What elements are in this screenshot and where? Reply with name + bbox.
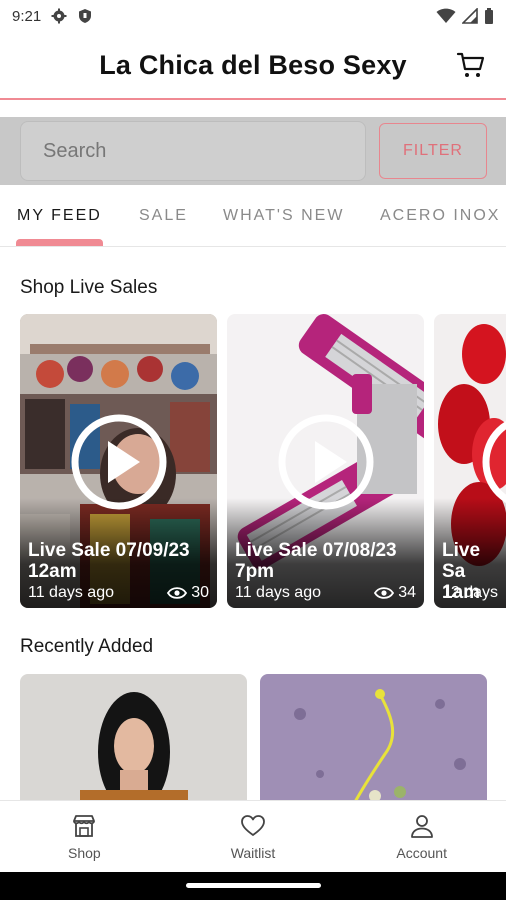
- live-sale-card[interactable]: Live Sale 07/08/23 7pm 11 days ago 34: [227, 314, 424, 608]
- nav-shop[interactable]: Shop: [0, 801, 169, 872]
- play-icon: [482, 421, 506, 503]
- live-sale-meta: 11 days ago 30: [28, 584, 209, 602]
- live-sale-meta: 12 days: [442, 584, 498, 602]
- tab-whats-new[interactable]: WHAT'S NEW: [223, 185, 344, 246]
- view-count: 34: [374, 584, 416, 602]
- cell-signal-icon: [462, 8, 478, 24]
- nav-account-label: Account: [396, 844, 447, 861]
- live-sale-age: 11 days ago: [28, 584, 114, 601]
- cart-icon: [456, 52, 485, 77]
- play-icon: [278, 414, 373, 510]
- battery-icon: [485, 8, 493, 24]
- play-icon: [71, 414, 166, 510]
- app-title: La Chica del Beso Sexy: [99, 49, 407, 80]
- nav-waitlist-label: Waitlist: [230, 844, 276, 861]
- nav-account[interactable]: Account: [337, 801, 506, 872]
- status-icons: [436, 8, 494, 24]
- view-count-value: 30: [191, 584, 209, 601]
- cart-button[interactable]: [456, 50, 486, 80]
- eye-icon: [167, 587, 188, 599]
- product-card[interactable]: [260, 674, 487, 804]
- tab-acero-inox[interactable]: ACERO INOX: [380, 185, 500, 246]
- live-sale-age: 12 days: [442, 584, 499, 601]
- category-tabs: MY FEED SALE WHAT'S NEW ACERO INOX: [0, 185, 506, 247]
- settings-gear-icon: [51, 8, 67, 24]
- wifi-icon: [436, 8, 456, 23]
- live-sale-title: Live Sale 07/09/23 12am: [28, 540, 190, 582]
- live-sales-heading: Shop Live Sales: [20, 277, 158, 298]
- status-time: 9:21: [12, 7, 42, 25]
- system-gesture-bar: [0, 872, 506, 900]
- bottom-navigation: Shop Waitlist Account: [0, 800, 506, 872]
- nav-shop-label: Shop: [67, 844, 101, 861]
- view-count: 30: [167, 584, 209, 602]
- live-sale-card[interactable]: Live Sale 07/09/23 12am 11 days ago 30: [20, 314, 217, 608]
- status-bar: 9:21: [0, 0, 506, 32]
- tab-my-feed[interactable]: MY FEED: [17, 185, 102, 246]
- storefront-icon: [73, 814, 96, 837]
- active-tab-indicator: [16, 239, 103, 246]
- tab-sale[interactable]: SALE: [139, 185, 188, 246]
- nav-waitlist[interactable]: Waitlist: [169, 801, 338, 872]
- product-thumbnail: [260, 674, 487, 804]
- live-sale-age: 11 days ago: [235, 584, 321, 601]
- shield-icon: [77, 8, 93, 24]
- app-header: La Chica del Beso Sexy: [0, 32, 506, 100]
- live-sale-title: Live Sale 07/08/23 7pm: [235, 540, 397, 582]
- live-sale-card[interactable]: Live Sa 1am 12 days: [434, 314, 506, 608]
- filter-button[interactable]: FILTER: [379, 123, 487, 179]
- product-thumbnail: [20, 674, 247, 804]
- view-count-value: 34: [398, 584, 416, 601]
- eye-icon: [374, 587, 395, 599]
- product-card[interactable]: [20, 674, 247, 804]
- search-bar: FILTER: [0, 117, 506, 185]
- recently-added-heading: Recently Added: [20, 636, 154, 657]
- person-icon: [410, 814, 433, 838]
- home-gesture-handle[interactable]: [186, 883, 321, 888]
- heart-icon: [241, 814, 265, 836]
- live-sale-meta: 11 days ago 34: [235, 584, 416, 602]
- search-input[interactable]: [20, 121, 366, 181]
